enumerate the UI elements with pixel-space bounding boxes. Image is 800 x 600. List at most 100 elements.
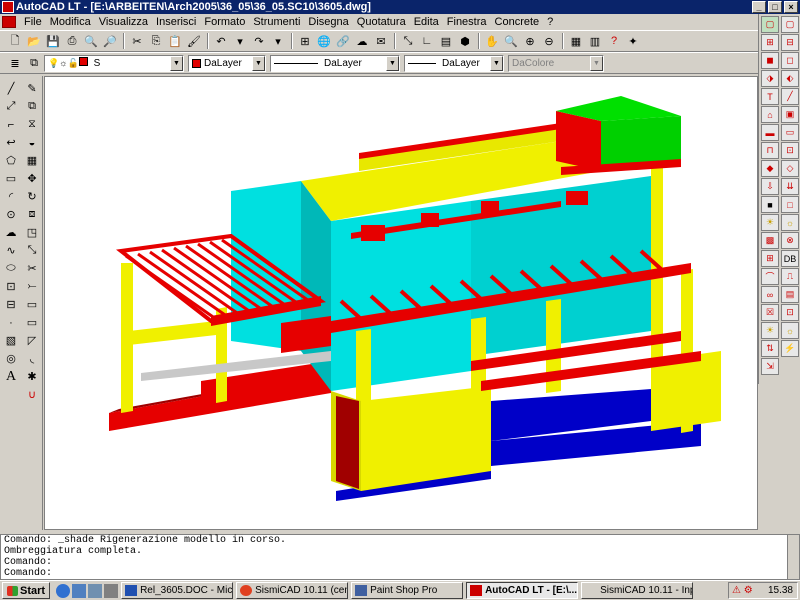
outlook-icon[interactable] <box>72 583 87 598</box>
load-tool-icon[interactable]: ⇩ <box>761 178 779 195</box>
copy-icon[interactable]: ⎘ <box>147 32 165 50</box>
zoom-previous-icon[interactable]: ⊖ <box>540 32 558 50</box>
menu-file[interactable]: File <box>20 16 46 28</box>
export-tool-icon[interactable]: ⇲ <box>761 358 779 375</box>
pan-icon[interactable]: ✋ <box>483 32 501 50</box>
zoom-window-icon[interactable]: ⊕ <box>521 32 539 50</box>
menu-edita[interactable]: Edita <box>410 16 443 28</box>
undo-icon[interactable]: ↶ <box>212 32 230 50</box>
trim-icon[interactable]: ✂ <box>23 260 41 277</box>
hatch-icon[interactable]: ▧ <box>2 332 20 349</box>
node-tool-icon[interactable]: ◇ <box>781 160 799 177</box>
close-button[interactable]: × <box>784 1 798 13</box>
zoom-realtime-icon[interactable]: 🔍 <box>502 32 520 50</box>
make-block-icon[interactable]: ⊟ <box>2 296 20 313</box>
assist-icon[interactable]: ✦ <box>624 32 642 50</box>
mirror-icon[interactable]: ⧖ <box>23 116 41 133</box>
view-tool-icon[interactable]: ⌒ <box>761 268 779 285</box>
column-tool-icon[interactable]: ⊟ <box>781 34 799 51</box>
analysis-tool-icon[interactable]: ⊗ <box>781 232 799 249</box>
command-scrollbar[interactable] <box>787 535 799 579</box>
rotate-icon[interactable]: ↻ <box>23 188 41 205</box>
move-icon[interactable]: ✥ <box>23 170 41 187</box>
wall-tool-icon[interactable]: ⬖ <box>781 70 799 87</box>
chamfer-icon[interactable]: ◸ <box>23 332 41 349</box>
copy-object-icon[interactable]: ⧉ <box>23 98 41 115</box>
quick-launch-icon[interactable] <box>104 583 119 598</box>
polygon-icon[interactable]: ⬠ <box>2 152 20 169</box>
today-icon[interactable]: ⊞ <box>296 32 314 50</box>
ellipse-icon[interactable]: ⬭ <box>2 260 20 277</box>
double-line-icon[interactable]: ↩ <box>2 134 20 151</box>
revcloud-icon[interactable]: ☁ <box>2 224 20 241</box>
properties-icon[interactable]: ▦ <box>567 32 585 50</box>
new-icon[interactable]: 🗋 <box>6 32 24 50</box>
analysis-tool-icon[interactable]: ▩ <box>761 232 779 249</box>
menu-strumenti[interactable]: Strumenti <box>249 16 304 28</box>
paste-icon[interactable]: 📋 <box>166 32 184 50</box>
view-tool-icon[interactable]: ⎍ <box>781 268 799 285</box>
desktop-icon[interactable] <box>88 583 103 598</box>
light-tool-icon[interactable]: ☼ <box>781 322 799 339</box>
3d-view-icon[interactable]: ⬢ <box>456 32 474 50</box>
layer-previous-icon[interactable]: ⧉ <box>25 54 43 72</box>
layer-combo[interactable]: 💡☼🔓 S ▼ <box>44 54 184 72</box>
database-icon[interactable]: DB <box>781 250 799 267</box>
menu-formato[interactable]: Formato <box>200 16 249 28</box>
light-tool-icon[interactable]: ☀ <box>761 214 779 231</box>
menu-finestra[interactable]: Finestra <box>443 16 491 28</box>
rebar-tool-icon[interactable]: ▬ <box>761 124 779 141</box>
column-tool-icon[interactable]: ⊞ <box>761 34 779 51</box>
light-tool-icon[interactable]: ☼ <box>781 214 799 231</box>
chevron-down-icon[interactable]: ▼ <box>170 55 183 71</box>
footing-tool-icon[interactable]: ◻ <box>781 52 799 69</box>
menu-quotatura[interactable]: Quotatura <box>353 16 410 28</box>
scale-icon[interactable]: ⧈ <box>23 206 41 223</box>
task-word[interactable]: Rel_3605.DOC - Micros... <box>121 582 234 599</box>
slab-tool-icon[interactable]: ▣ <box>781 106 799 123</box>
report-tool-icon[interactable]: ▤ <box>781 286 799 303</box>
construction-line-icon[interactable]: ⤢ <box>2 98 20 115</box>
wall-tool-icon[interactable]: ⬗ <box>761 70 779 87</box>
calc-tool-icon[interactable]: ⇅ <box>761 340 779 357</box>
grid-tool-icon[interactable]: ⊞ <box>761 250 779 267</box>
lengthen-icon[interactable]: ⤡ <box>23 242 41 259</box>
extend-icon[interactable]: ⤚ <box>23 278 41 295</box>
explode-icon[interactable]: ✱ <box>23 368 41 385</box>
chevron-down-icon[interactable]: ▼ <box>490 55 503 71</box>
concrete-tool-icon[interactable]: ▢ <box>781 16 799 33</box>
arc-icon[interactable]: ◜ <box>2 188 20 205</box>
task-paintshop[interactable]: Paint Shop Pro <box>351 582 464 599</box>
redo-dropdown-icon[interactable]: ▾ <box>269 32 287 50</box>
beam-tool-icon[interactable]: ╱ <box>781 88 799 105</box>
multiline-text-icon[interactable]: A <box>2 368 20 385</box>
redo-icon[interactable]: ↷ <box>250 32 268 50</box>
menu-help[interactable]: ? <box>543 16 557 28</box>
match-properties-icon[interactable]: 🖌 <box>185 32 203 50</box>
menu-concrete[interactable]: Concrete <box>491 16 544 28</box>
minimize-button[interactable]: _ <box>752 1 766 13</box>
open-icon[interactable]: 📂 <box>25 32 43 50</box>
footing-tool-icon[interactable]: ◼ <box>761 52 779 69</box>
region-icon[interactable]: ◎ <box>2 350 20 367</box>
task-sismicad-2[interactable]: SismiCAD 10.11 - Input da... <box>581 582 694 599</box>
menu-visualizza[interactable]: Visualizza <box>95 16 152 28</box>
tray-icons[interactable]: ⚠ ⚙ <box>729 583 753 598</box>
chevron-down-icon[interactable]: ▼ <box>252 55 265 71</box>
designcenter-icon[interactable]: ▥ <box>586 32 604 50</box>
hyperlink-icon[interactable]: 🔗 <box>334 32 352 50</box>
beam-tool-icon[interactable]: T <box>761 88 779 105</box>
concrete-tool-icon[interactable]: ▢ <box>761 16 779 33</box>
load-tool-icon[interactable]: ⇊ <box>781 178 799 195</box>
solid-tool-icon[interactable]: ■ <box>761 196 779 213</box>
break-point-icon[interactable]: ▭ <box>23 314 41 331</box>
internet-icon[interactable]: 🌐 <box>315 32 333 50</box>
snap-icon[interactable]: ⤡ <box>399 32 417 50</box>
array-icon[interactable]: ▦ <box>23 152 41 169</box>
polyline-icon[interactable]: ⌐ <box>2 116 20 133</box>
break-icon[interactable]: ▭ <box>23 296 41 313</box>
publish-icon[interactable]: ☁ <box>353 32 371 50</box>
linetype-combo[interactable]: DaLayer ▼ <box>270 54 400 72</box>
internet-explorer-icon[interactable] <box>56 583 71 598</box>
line-icon[interactable]: ╱ <box>2 80 20 97</box>
